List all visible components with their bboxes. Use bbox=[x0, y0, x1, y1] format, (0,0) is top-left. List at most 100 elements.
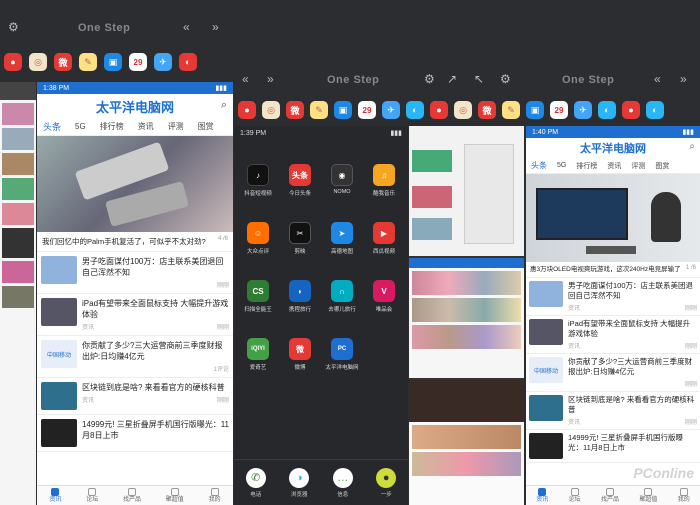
app-vip[interactable]: V 唯品会 bbox=[364, 280, 404, 313]
search-app-icon[interactable]: ◎ bbox=[29, 53, 47, 71]
nav-forum[interactable]: 论坛 bbox=[86, 487, 98, 504]
calendar-icon[interactable]: 29 bbox=[358, 101, 376, 119]
dock-onestep[interactable]: ● 一步 bbox=[376, 467, 397, 498]
app-dianping[interactable]: ☺ 大众点评 bbox=[238, 222, 278, 255]
hero-caption[interactable]: 惠3万块OLED电视爽玩游戏，这次240Hz电竞屏输了 bbox=[530, 265, 681, 274]
vpn-icon[interactable]: ◐ bbox=[179, 53, 197, 71]
photo-icon[interactable]: ▣ bbox=[104, 53, 122, 71]
list-item[interactable]: 中国移动 你贡献了多少?三大运营商前三季度财报出炉:日均赚4亿元 1评论 bbox=[37, 336, 233, 378]
app-kuwo[interactable]: ♫ 酷我音乐 bbox=[364, 164, 404, 197]
settings-icon[interactable]: ⚙ bbox=[424, 72, 435, 86]
nav-deals[interactable]: 聚超值 bbox=[639, 487, 657, 504]
tab-review[interactable]: 评测 bbox=[631, 161, 645, 171]
tab-5g[interactable]: 5G bbox=[557, 162, 566, 169]
drag-item-products[interactable] bbox=[409, 126, 524, 256]
note-icon[interactable]: ✎ bbox=[79, 53, 97, 71]
app-qunar[interactable]: ∩ 去哪儿旅行 bbox=[322, 280, 362, 313]
arrow-up-left-icon[interactable]: ↖ bbox=[474, 72, 484, 86]
nav-products[interactable]: 找产品 bbox=[123, 487, 141, 504]
photo-icon[interactable]: ▣ bbox=[526, 101, 544, 119]
search-app-icon[interactable]: ◎ bbox=[262, 101, 280, 119]
vpn-icon[interactable]: ◐ bbox=[598, 101, 616, 119]
weibo-icon[interactable]: 微 bbox=[286, 101, 304, 119]
red-app-icon[interactable]: ● bbox=[4, 53, 22, 71]
tab-5g[interactable]: 5G bbox=[75, 122, 86, 131]
mail-icon[interactable]: ✈ bbox=[574, 101, 592, 119]
note-icon[interactable]: ✎ bbox=[310, 101, 328, 119]
app-iqiyi[interactable]: iQIYI 爱奇艺 bbox=[238, 338, 278, 371]
app-label: 抖音短视频 bbox=[244, 191, 272, 197]
drag-item-video[interactable] bbox=[409, 380, 524, 505]
drag-item-gallery[interactable] bbox=[409, 258, 524, 378]
app-camscanner[interactable]: CS 扫描全能王 bbox=[238, 280, 278, 313]
collapse-left-icon[interactable]: « bbox=[242, 72, 249, 86]
list-item[interactable]: 男子吃面谋付100万：店主联系美团退回自己浑然不知 资讯 刚刚 bbox=[526, 278, 700, 316]
tab-review[interactable]: 评测 bbox=[168, 121, 184, 132]
list-item[interactable]: 男子吃面谋付100万：店主联系美团退回自己浑然不知 刚刚 bbox=[37, 252, 233, 294]
list-item[interactable]: 14999元! 三星折叠屏手机国行版曝光：11月8日上市 bbox=[37, 415, 233, 452]
hero-image[interactable] bbox=[37, 136, 233, 232]
tab-ranking[interactable]: 排行榜 bbox=[576, 161, 597, 171]
settings-icon[interactable]: ⚙ bbox=[500, 72, 511, 86]
settings-icon[interactable]: ⚙ bbox=[8, 20, 19, 34]
app-weibo[interactable]: 微微博 bbox=[280, 338, 320, 371]
app-nomo[interactable]: ◉ NOMO bbox=[322, 164, 362, 195]
nav-products[interactable]: 找产品 bbox=[601, 487, 619, 504]
calendar-icon[interactable]: 29 bbox=[129, 53, 147, 71]
vpn-icon[interactable]: ◐ bbox=[406, 101, 424, 119]
expand-right-icon[interactable]: » bbox=[680, 72, 687, 86]
app-capcut[interactable]: ✂ 剪映 bbox=[280, 222, 320, 255]
hero-counter: 1 /6 bbox=[685, 265, 696, 271]
weibo-icon[interactable]: 微 bbox=[478, 101, 496, 119]
tab-headline[interactable]: 头条 bbox=[531, 160, 547, 171]
app-xigua[interactable]: ▶ 西瓜视频 bbox=[364, 222, 404, 255]
hero-caption[interactable]: 我们回忆中的Palm手机复活了，可似乎不太对劲? bbox=[42, 236, 206, 247]
search-app-icon[interactable]: ◎ bbox=[454, 101, 472, 119]
dock-phone[interactable]: ✆ 电话 bbox=[245, 467, 266, 498]
dock-browser[interactable]: ◑ 浏览器 bbox=[289, 467, 310, 498]
dock-messages[interactable]: … 信息 bbox=[332, 467, 353, 498]
nav-forum[interactable]: 论坛 bbox=[569, 487, 581, 504]
hero-image[interactable] bbox=[526, 174, 700, 262]
red-app-icon[interactable]: ● bbox=[238, 101, 256, 119]
nav-news[interactable]: 资讯 bbox=[536, 487, 548, 504]
list-item[interactable]: 区块链到底是啥? 来看看官方的硬核科普 资讯 刚刚 bbox=[526, 392, 700, 430]
nav-deals[interactable]: 聚超值 bbox=[166, 487, 184, 504]
tab-headline[interactable]: 头条 bbox=[43, 120, 61, 133]
vpn-icon[interactable]: ◐ bbox=[646, 101, 664, 119]
expand-right-icon[interactable]: » bbox=[267, 72, 274, 86]
expand-right-icon[interactable]: » bbox=[212, 20, 219, 34]
app-toutiao[interactable]: 头条 今日头条 bbox=[280, 164, 320, 197]
app-amap[interactable]: ➤ 高德地图 bbox=[322, 222, 362, 255]
app-douyin[interactable]: ♪ 抖音短视频 bbox=[238, 164, 278, 197]
arrow-up-right-icon[interactable]: ↗ bbox=[447, 72, 457, 86]
note-icon[interactable]: ✎ bbox=[502, 101, 520, 119]
app-pconline[interactable]: PC 太平洋电脑网 bbox=[322, 338, 362, 371]
list-item[interactable]: 中国移动 你贡献了多少?三大运营商前三季度财报出炉:日均赚4亿元 刚刚 bbox=[526, 354, 700, 392]
tab-news[interactable]: 资讯 bbox=[607, 161, 621, 171]
search-icon[interactable]: ⌕ bbox=[221, 99, 227, 112]
red-app-icon[interactable]: ● bbox=[430, 101, 448, 119]
list-item[interactable]: 14999元! 三星折叠屏手机国行版曝光：11月8日上市 bbox=[526, 430, 700, 463]
mail-icon[interactable]: ✈ bbox=[154, 53, 172, 71]
nav-mine[interactable]: 我的 bbox=[209, 487, 221, 504]
tab-news[interactable]: 资讯 bbox=[138, 121, 154, 132]
app-ctrip[interactable]: ◗ 携程旅行 bbox=[280, 280, 320, 313]
list-item[interactable]: iPad有望带来全面鼠标支持 大幅提升游戏体验 资讯 刚刚 bbox=[526, 316, 700, 354]
tab-gallery[interactable]: 图赏 bbox=[655, 161, 669, 171]
calendar-icon[interactable]: 29 bbox=[550, 101, 568, 119]
red-app-icon[interactable]: ● bbox=[622, 101, 640, 119]
nav-news[interactable]: 资讯 bbox=[49, 487, 61, 504]
tab-gallery[interactable]: 图赏 bbox=[198, 121, 214, 132]
list-item[interactable]: iPad有望带来全面鼠标支持 大幅提升游戏体验 资讯 刚刚 bbox=[37, 294, 233, 336]
middle-phone-home: 1:39 PM ▮▮▮ ♪ 抖音短视频 头条 今日头条 ◉ NOMO ♫ 酷我音乐 ☺ 大众… bbox=[234, 126, 408, 505]
mail-icon[interactable]: ✈ bbox=[382, 101, 400, 119]
photo-icon[interactable]: ▣ bbox=[334, 101, 352, 119]
search-icon[interactable]: ⌕ bbox=[689, 141, 695, 152]
weibo-icon[interactable]: 微 bbox=[54, 53, 72, 71]
nav-mine[interactable]: 我的 bbox=[678, 487, 690, 504]
list-item[interactable]: 区块链到底是啥? 来看看官方的硬核科普 资讯 刚刚 bbox=[37, 378, 233, 415]
tab-ranking[interactable]: 排行榜 bbox=[100, 121, 124, 132]
collapse-left-icon[interactable]: « bbox=[183, 20, 190, 34]
collapse-left-icon[interactable]: « bbox=[654, 72, 661, 86]
